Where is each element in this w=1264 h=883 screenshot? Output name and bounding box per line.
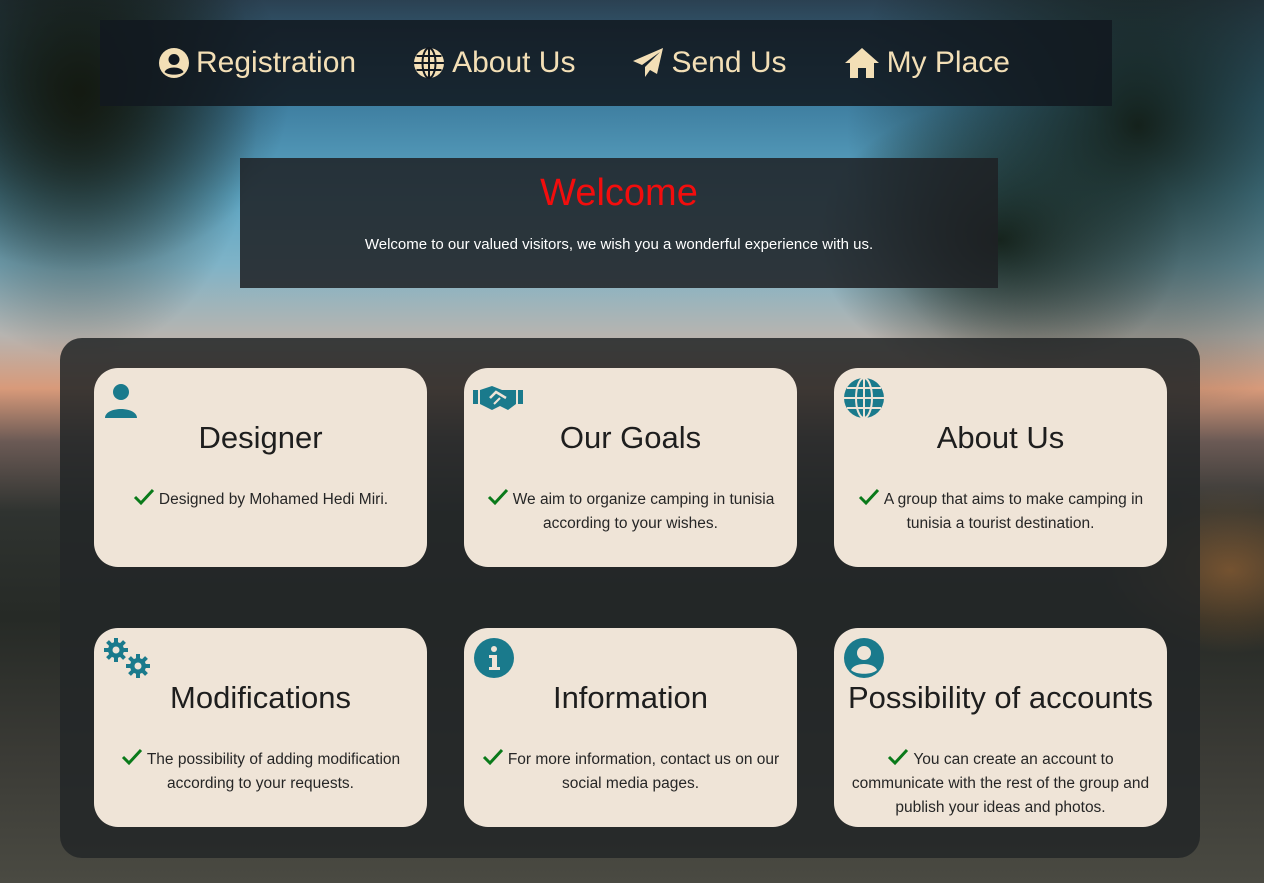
user-circle-icon [159,48,189,78]
welcome-panel: Welcome Welcome to our valued visitors, … [240,158,998,288]
checkmark-icon [888,748,909,766]
user-icon [105,384,137,418]
card-text-content: We aim to organize camping in tunisia ac… [512,491,775,532]
gears-icon [104,638,150,678]
home-icon [844,48,879,78]
nav-item-label: Send Us [671,46,787,79]
nav-item-label: About Us [452,46,576,79]
card-text-content: A group that aims to make camping in tun… [883,491,1144,532]
nav-item-send-us[interactable]: Send Us [631,46,787,80]
top-navigation-bar: Registration About Us Send Us My Place [100,20,1112,106]
welcome-title: Welcome [540,172,698,214]
globe-icon [844,377,884,419]
card-text: For more information, contact us on our … [478,748,783,796]
card-designer: Designer Designed by Mohamed Hedi Miri. [94,368,427,567]
checkmark-icon [858,488,879,506]
nav-item-about-us[interactable]: About Us [412,46,575,80]
checkmark-icon [133,488,155,506]
card-text: The possibility of adding modification a… [108,748,413,796]
checkmark-icon [121,748,142,766]
user-circle-icon [844,638,884,678]
card-information: Information For more information, contac… [464,628,797,827]
nav-item-registration[interactable]: Registration [158,46,356,80]
checkmark-icon [482,748,503,766]
card-about-us: About Us A group that aims to make campi… [834,368,1167,567]
nav-item-my-place[interactable]: My Place [843,46,1010,80]
checkmark-icon [487,488,508,506]
welcome-text: Welcome to our valued visitors, we wish … [364,236,874,253]
card-text: Designed by Mohamed Hedi Miri. [108,488,413,512]
card-text-content: The possibility of adding modification a… [146,751,401,792]
nav-item-label: My Place [886,46,1010,79]
globe-icon [414,47,445,79]
card-title: Possibility of accounts [848,680,1153,715]
card-modifications: Modifications The possibility of adding … [94,628,427,827]
card-title: Our Goals [559,420,702,455]
card-title: Designer [198,420,323,455]
handshake-icon [473,386,523,410]
card-title: Information [552,680,709,715]
nav-item-label: Registration [196,46,357,79]
card-text-content: For more information, contact us on our … [507,751,780,792]
paper-plane-icon [633,48,664,77]
card-text: You can create an account to communicate… [848,748,1153,820]
card-our-goals: Our Goals We aim to organize camping in … [464,368,797,567]
card-text: A group that aims to make camping in tun… [848,488,1153,536]
card-title: Modifications [170,680,351,715]
card-text-content: Designed by Mohamed Hedi Miri. [158,491,389,508]
card-title: About Us [936,420,1065,455]
card-possibility-of-accounts: Possibility of accounts You can create a… [834,628,1167,827]
features-panel: Designer Designed by Mohamed Hedi Miri. … [60,338,1200,858]
info-icon [474,638,514,678]
card-text: We aim to organize camping in tunisia ac… [478,488,783,536]
